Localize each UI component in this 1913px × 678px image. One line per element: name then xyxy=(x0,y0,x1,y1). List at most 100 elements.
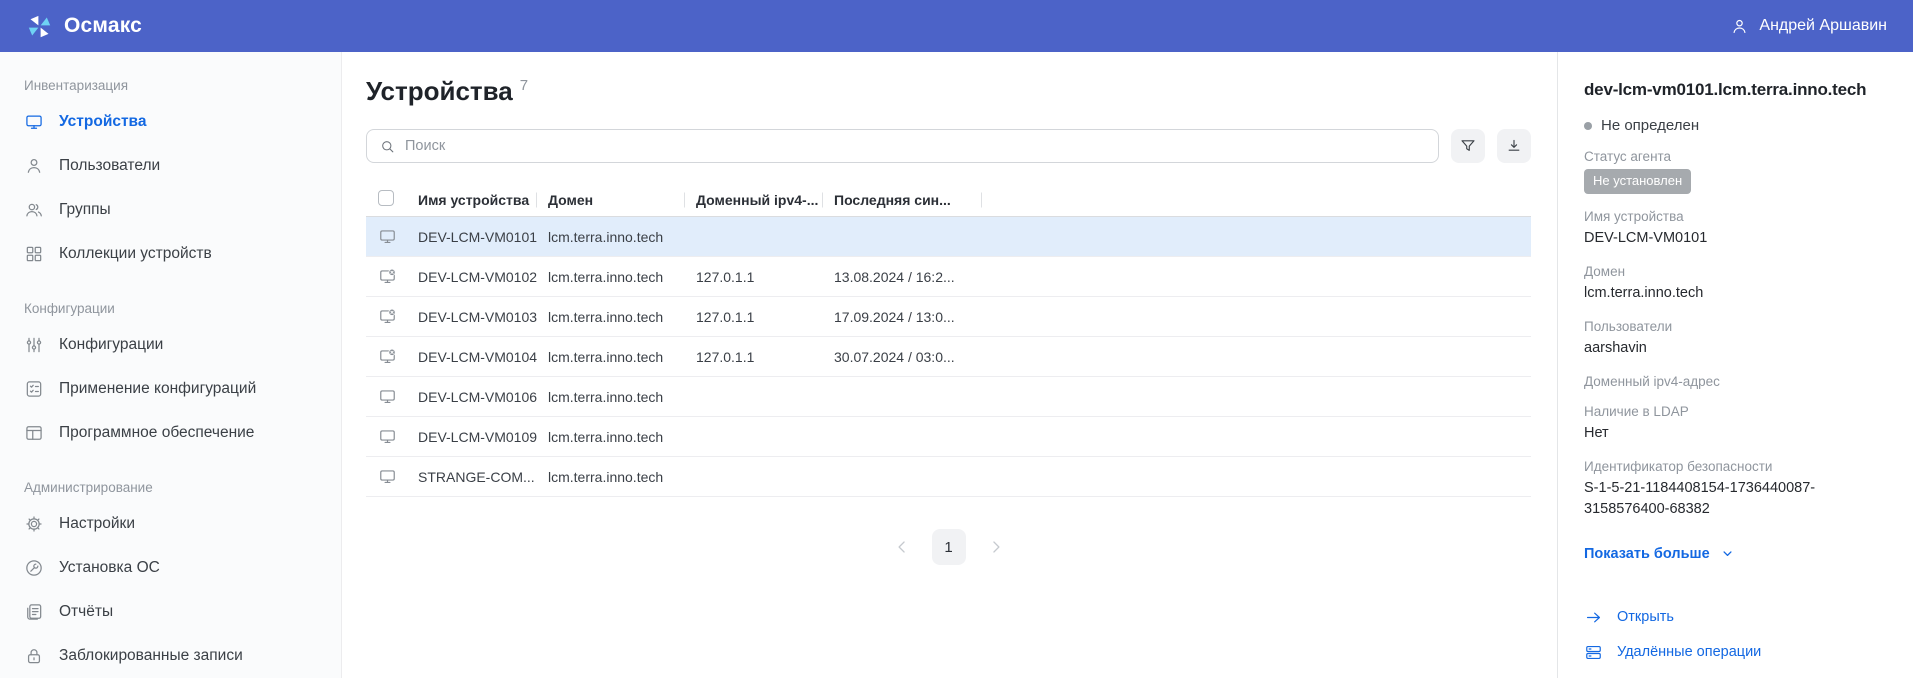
action-label: Удалённые операции xyxy=(1617,644,1761,660)
cell-ipv4: 127.0.1.1 xyxy=(696,309,834,325)
agent-status-badge: Не установлен xyxy=(1584,169,1691,194)
table-row[interactable]: DEV-LCM-VM0102 lcm.terra.inno.tech 127.0… xyxy=(366,257,1531,297)
sidebar-item-configuration-apply[interactable]: Применение конфигураций xyxy=(24,367,317,411)
top-bar: Осмакс Андрей Аршавин xyxy=(0,0,1913,52)
cell-device-name: DEV-LCM-VM0106 xyxy=(418,389,548,405)
field-value: aarshavin xyxy=(1584,338,1887,359)
monitor-icon xyxy=(378,427,397,446)
cell-domain: lcm.terra.inno.tech xyxy=(548,469,696,485)
table-header: Имя устройства Домен Доменный ipv4-... П… xyxy=(366,183,1531,217)
sidebar-item-label: Устройства xyxy=(59,113,147,131)
sidebar-item-users[interactable]: Пользователи xyxy=(24,144,317,188)
layout-icon xyxy=(24,423,44,443)
device-status: Не определен xyxy=(1601,117,1699,134)
arrow-right-icon xyxy=(1584,608,1603,627)
page-number[interactable]: 1 xyxy=(932,529,966,565)
lock-icon xyxy=(24,646,44,666)
action-label: Открыть xyxy=(1617,609,1674,625)
device-fqdn: dev-lcm-vm0101.lcm.terra.inno.tech xyxy=(1584,80,1887,100)
column-header-domain[interactable]: Домен xyxy=(548,192,696,208)
device-detail-panel: dev-lcm-vm0101.lcm.terra.inno.tech Не оп… xyxy=(1557,52,1913,678)
search-box xyxy=(366,129,1439,163)
main-content: Устройства7 Имя устройства Домен Доменны… xyxy=(342,52,1557,678)
sidebar-item-label: Пользователи xyxy=(59,157,160,175)
app-logo[interactable]: Осмакс xyxy=(26,13,142,40)
monitor-icon xyxy=(378,227,397,246)
gear-icon xyxy=(24,514,44,534)
sidebar-item-groups[interactable]: Группы xyxy=(24,188,317,232)
monitor-x-icon xyxy=(378,307,397,326)
field-label: Статус агента xyxy=(1584,149,1887,164)
sidebar-item-label: Настройки xyxy=(59,515,135,533)
table-row[interactable]: DEV-LCM-VM0104 lcm.terra.inno.tech 127.0… xyxy=(366,337,1531,377)
field-value: S-1-5-21-1184408154-1736440087-315857640… xyxy=(1584,478,1887,520)
sidebar-item-configurations[interactable]: Конфигурации xyxy=(24,323,317,367)
sidebar-section-title: Администрирование xyxy=(24,480,317,495)
download-icon xyxy=(1505,137,1523,155)
field-value: lcm.terra.inno.tech xyxy=(1584,283,1887,304)
action-remote-access[interactable]: Удалённый доступ xyxy=(1584,670,1887,678)
cell-last-sync: 17.09.2024 / 13:0... xyxy=(834,309,986,325)
show-more-link[interactable]: Показать больше xyxy=(1584,546,1887,562)
table-row[interactable]: DEV-LCM-VM0106 lcm.terra.inno.tech xyxy=(366,377,1531,417)
cell-domain: lcm.terra.inno.tech xyxy=(548,389,696,405)
field-label: Наличие в LDAP xyxy=(1584,404,1887,419)
table-row[interactable]: DEV-LCM-VM0103 lcm.terra.inno.tech 127.0… xyxy=(366,297,1531,337)
column-header-last-sync[interactable]: Последняя син... xyxy=(834,192,986,208)
search-icon xyxy=(379,138,396,155)
table-row[interactable]: STRANGE-COM... lcm.terra.inno.tech xyxy=(366,457,1531,497)
action-open[interactable]: Открыть xyxy=(1584,600,1887,635)
sidebar: Инвентаризация Устройства Пользователи Г… xyxy=(0,52,342,678)
user-menu[interactable]: Андрей Аршавин xyxy=(1730,17,1887,36)
sidebar-item-software[interactable]: Программное обеспечение xyxy=(24,411,317,455)
user-name: Андрей Аршавин xyxy=(1759,17,1887,35)
filter-button[interactable] xyxy=(1451,129,1485,163)
detail-field: Доменный ipv4-адрес xyxy=(1584,374,1887,389)
next-page-button[interactable] xyxy=(986,537,1006,557)
sidebar-item-os-install[interactable]: Установка ОС xyxy=(24,546,317,590)
checklist-icon xyxy=(24,379,44,399)
sidebar-item-locked-records[interactable]: Заблокированные записи xyxy=(24,634,317,678)
monitor-icon xyxy=(378,467,397,486)
cell-ipv4: 127.0.1.1 xyxy=(696,349,834,365)
cell-device-name: DEV-LCM-VM0103 xyxy=(418,309,548,325)
device-count: 7 xyxy=(520,77,528,94)
field-label: Пользователи xyxy=(1584,319,1887,334)
sidebar-item-reports[interactable]: Отчёты xyxy=(24,590,317,634)
cell-ipv4: 127.0.1.1 xyxy=(696,269,834,285)
detail-field: Пользователи aarshavin xyxy=(1584,319,1887,359)
users-icon xyxy=(24,200,44,220)
select-all-checkbox[interactable] xyxy=(378,190,394,206)
sidebar-item-label: Программное обеспечение xyxy=(59,424,254,442)
download-button[interactable] xyxy=(1497,129,1531,163)
user-icon xyxy=(24,156,44,176)
sidebar-item-label: Группы xyxy=(59,201,111,219)
filter-icon xyxy=(1459,137,1477,155)
cell-domain: lcm.terra.inno.tech xyxy=(548,309,696,325)
cell-domain: lcm.terra.inno.tech xyxy=(548,229,696,245)
osmax-logo-icon xyxy=(26,13,53,40)
monitor-icon xyxy=(378,387,397,406)
cell-device-name: DEV-LCM-VM0109 xyxy=(418,429,548,445)
chevron-down-icon xyxy=(1720,546,1735,561)
search-input[interactable] xyxy=(405,138,1426,154)
detail-field: Домен lcm.terra.inno.tech xyxy=(1584,264,1887,304)
sidebar-section-title: Инвентаризация xyxy=(24,78,317,93)
action-remote-operations[interactable]: Удалённые операции xyxy=(1584,635,1887,670)
cell-device-name: DEV-LCM-VM0102 xyxy=(418,269,548,285)
field-label: Имя устройства xyxy=(1584,209,1887,224)
sidebar-item-settings[interactable]: Настройки xyxy=(24,502,317,546)
sliders-icon xyxy=(24,335,44,355)
sidebar-item-device-collections[interactable]: Коллекции устройств xyxy=(24,232,317,276)
grid-icon xyxy=(24,244,44,264)
detail-field: Имя устройства DEV-LCM-VM0101 xyxy=(1584,209,1887,249)
prev-page-button[interactable] xyxy=(892,537,912,557)
table-row[interactable]: DEV-LCM-VM0101 lcm.terra.inno.tech xyxy=(366,217,1531,257)
sidebar-item-devices[interactable]: Устройства xyxy=(24,100,317,144)
cell-device-name: STRANGE-COM... xyxy=(418,469,548,485)
column-header-ipv4[interactable]: Доменный ipv4-... xyxy=(696,192,834,208)
table-row[interactable]: DEV-LCM-VM0109 lcm.terra.inno.tech xyxy=(366,417,1531,457)
field-label: Идентификатор безопасности xyxy=(1584,459,1887,474)
detail-field: Наличие в LDAP Нет xyxy=(1584,404,1887,444)
column-header-device-name[interactable]: Имя устройства xyxy=(418,192,548,208)
